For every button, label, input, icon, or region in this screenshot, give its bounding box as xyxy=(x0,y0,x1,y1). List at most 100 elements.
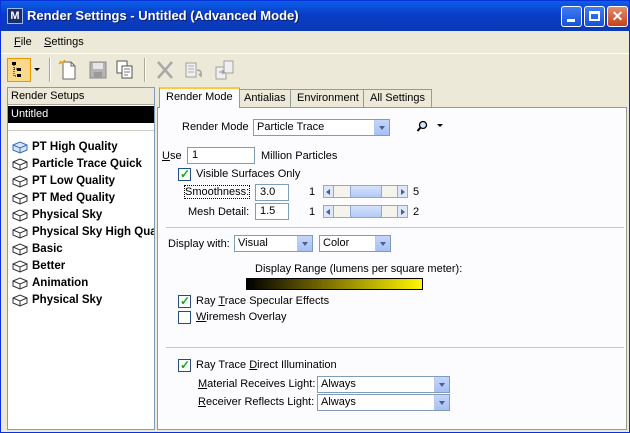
setup-item[interactable]: Better xyxy=(8,258,154,275)
export-button[interactable] xyxy=(213,58,237,82)
setup-label: PT Med Quality xyxy=(32,192,116,204)
display-mode-select[interactable]: Visual xyxy=(234,235,313,252)
material-receives-accelerator: M xyxy=(198,378,208,390)
settings-panel: Render Mode Antialias Environment All Se… xyxy=(157,87,627,430)
menu-file[interactable]: File xyxy=(14,36,32,48)
close-icon: ✕ xyxy=(611,8,624,24)
wiremesh-overlay-checkbox[interactable] xyxy=(178,311,191,324)
setup-icon xyxy=(12,277,28,290)
tab-all-settings[interactable]: All Settings xyxy=(363,89,433,107)
slider-left-arrow-icon[interactable] xyxy=(323,185,334,198)
setup-item[interactable]: Physical Sky High Quality xyxy=(8,224,154,241)
setup-item[interactable]: Animation xyxy=(8,275,154,292)
setup-icon xyxy=(12,209,28,222)
tab-render-mode[interactable]: Render Mode xyxy=(159,87,240,108)
setup-label: Physical Sky High Quality xyxy=(32,226,154,238)
query-button[interactable] xyxy=(416,117,446,135)
new-setup-button[interactable] xyxy=(57,58,81,82)
maximize-button[interactable] xyxy=(584,6,605,27)
tree-view-button[interactable] xyxy=(7,58,31,82)
setup-item[interactable]: PT High Quality xyxy=(8,139,154,156)
copy-button[interactable] xyxy=(113,58,137,82)
setup-item[interactable]: PT Low Quality xyxy=(8,173,154,190)
smoothness-input[interactable]: 3.0 xyxy=(255,184,289,201)
delete-button[interactable] xyxy=(153,58,177,82)
setup-item[interactable]: Physical Sky xyxy=(8,207,154,224)
slider-thumb[interactable] xyxy=(349,185,382,198)
menu-settings[interactable]: Settings xyxy=(44,36,84,48)
display-range-gradient xyxy=(246,278,423,290)
slider-left-arrow-icon[interactable] xyxy=(323,205,334,218)
display-with-label: Display with: xyxy=(168,238,230,250)
receiver-reflects-select[interactable]: Always xyxy=(317,394,450,411)
visible-surfaces-label: Visible Surfaces Only xyxy=(196,168,301,180)
receiver-reflects-value: Always xyxy=(321,396,356,408)
smoothness-slider[interactable] xyxy=(323,185,408,198)
chevron-down-icon xyxy=(375,236,390,251)
setup-label: Particle Trace Quick xyxy=(32,158,142,170)
section-divider xyxy=(166,347,624,348)
new-icon xyxy=(58,59,76,80)
ray-trace-direct-label: Ray Trace Direct Illumination xyxy=(196,359,337,371)
setup-item[interactable]: Basic xyxy=(8,241,154,258)
display-channel-select[interactable]: Color xyxy=(319,235,391,252)
tab-antialias[interactable]: Antialias xyxy=(237,89,293,107)
render-mode-select[interactable]: Particle Trace xyxy=(253,119,390,136)
title-bar[interactable]: M Render Settings - Untitled (Advanced M… xyxy=(1,1,629,31)
visible-surfaces-checkbox[interactable] xyxy=(178,167,191,181)
wiremesh-text: iremesh Overlay xyxy=(206,311,287,323)
ray-trace-direct-prefix: Ray Trace xyxy=(196,359,250,371)
setup-item[interactable]: Particle Trace Quick xyxy=(8,156,154,173)
close-button[interactable]: ✕ xyxy=(607,6,628,27)
setup-icon xyxy=(12,158,28,171)
material-receives-select[interactable]: Always xyxy=(317,376,450,393)
setup-icon xyxy=(12,226,28,239)
setup-label: Physical Sky xyxy=(32,294,103,306)
delete-icon xyxy=(157,61,173,79)
maximize-icon xyxy=(589,11,600,21)
import-button[interactable] xyxy=(181,58,205,82)
particles-input[interactable]: 1 xyxy=(187,147,255,164)
setup-icon xyxy=(12,294,28,307)
render-setups-header: Render Setups xyxy=(8,88,154,105)
ray-trace-direct-checkbox[interactable] xyxy=(178,358,191,372)
chevron-down-icon xyxy=(374,120,389,135)
section-divider xyxy=(166,227,624,228)
render-mode-label: Render Mode xyxy=(182,121,249,133)
receiver-reflects-accelerator: R xyxy=(198,396,206,408)
current-file-item[interactable]: Untitled xyxy=(8,106,154,123)
setup-label: Animation xyxy=(32,277,89,289)
mesh-detail-min: 1 xyxy=(309,206,316,218)
slider-right-arrow-icon[interactable] xyxy=(397,205,408,218)
slider-right-arrow-icon[interactable] xyxy=(397,185,408,198)
setup-item[interactable]: PT Med Quality xyxy=(8,190,154,207)
minimize-button[interactable] xyxy=(561,6,582,27)
render-mode-tab-content: Render Mode Particle Trace Use 1 Million… xyxy=(157,107,627,430)
export-icon xyxy=(215,60,234,80)
display-channel-value: Color xyxy=(323,237,350,249)
save-button[interactable] xyxy=(86,58,110,82)
menu-settings-label: ettings xyxy=(51,36,84,48)
ray-trace-specular-prefix: Ray xyxy=(196,295,219,307)
tree-view-dropdown[interactable] xyxy=(32,58,44,82)
setup-icon xyxy=(12,192,28,205)
setup-icon xyxy=(12,175,28,188)
chevron-down-icon xyxy=(434,377,449,392)
tab-environment[interactable]: Environment xyxy=(290,89,366,107)
ray-trace-direct-accelerator: D xyxy=(249,359,258,371)
ray-trace-specular-checkbox[interactable] xyxy=(178,294,191,308)
setup-label: PT High Quality xyxy=(32,141,118,153)
wiremesh-accelerator: W xyxy=(196,311,207,323)
setup-item[interactable]: Physical Sky xyxy=(8,292,154,309)
setup-label: Physical Sky xyxy=(32,209,103,221)
render-settings-window: M Render Settings - Untitled (Advanced M… xyxy=(0,0,630,433)
mesh-detail-label: Mesh Detail: xyxy=(188,206,250,218)
use-label-text: se xyxy=(169,150,182,162)
settings-tabs: Render Mode Antialias Environment All Se… xyxy=(157,87,627,108)
slider-thumb[interactable] xyxy=(349,205,382,218)
mesh-detail-slider[interactable] xyxy=(323,205,408,218)
dropdown-arrow-icon xyxy=(34,68,40,71)
mesh-detail-input[interactable]: 1.5 xyxy=(255,203,289,220)
wiremesh-overlay-label: Wiremesh Overlay xyxy=(196,311,286,323)
tree-view-icon xyxy=(12,62,21,77)
